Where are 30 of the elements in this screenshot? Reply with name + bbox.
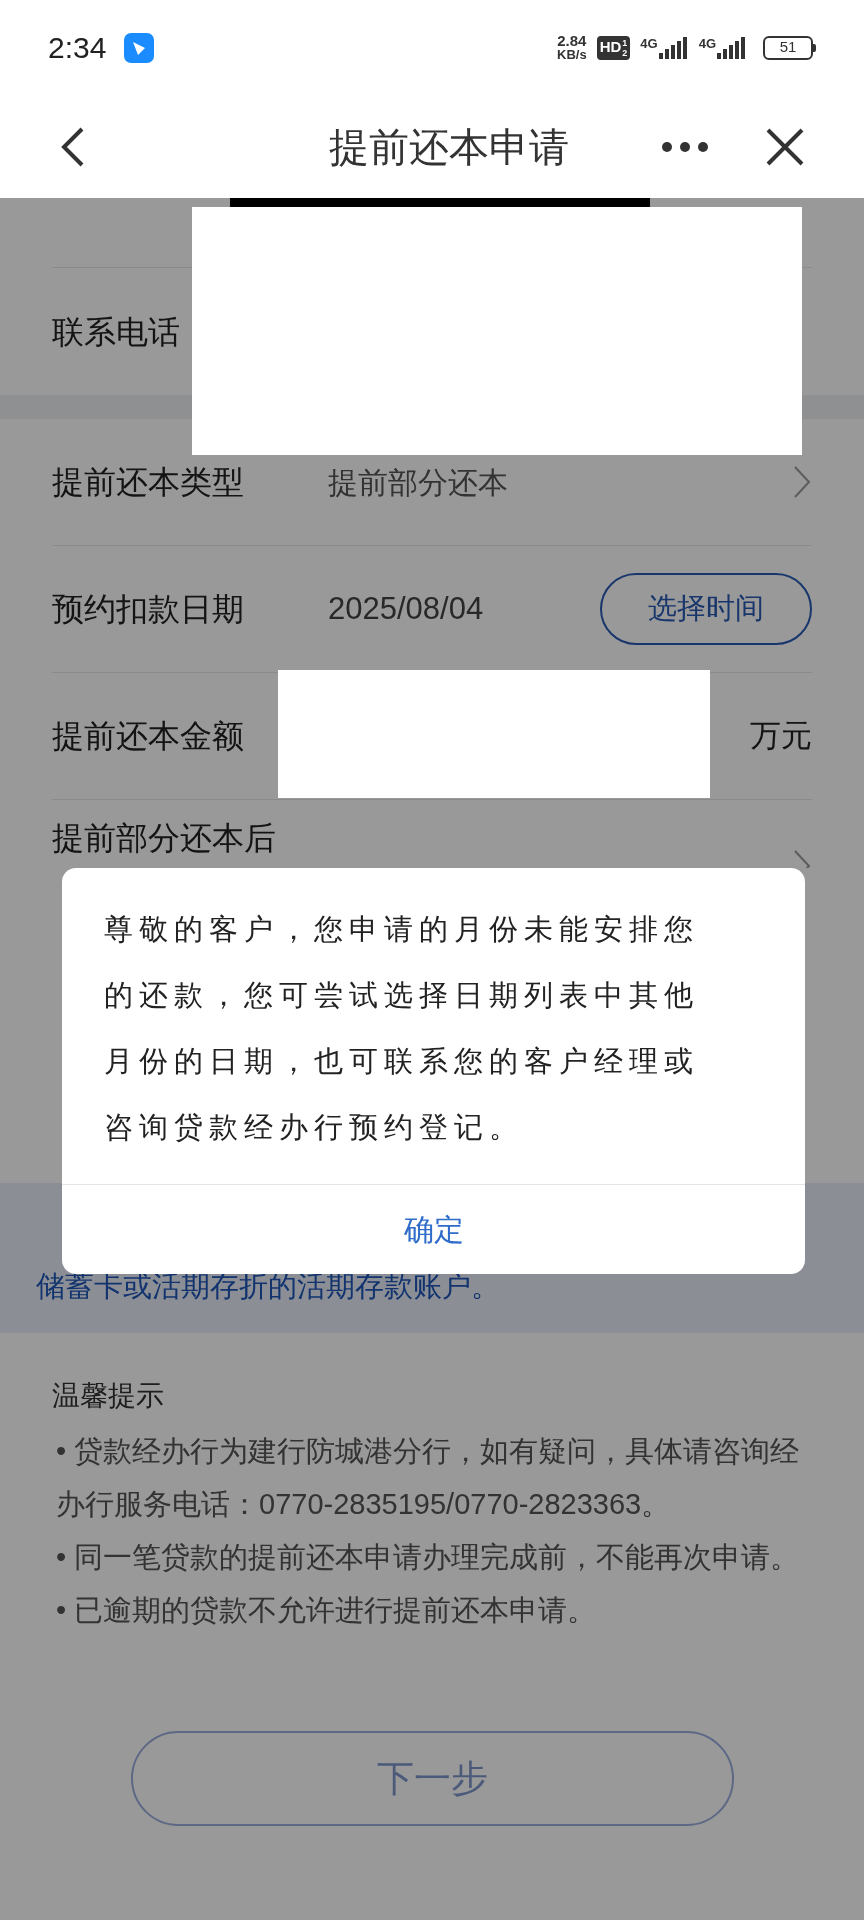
confirm-button[interactable]: 确定 (62, 1184, 805, 1274)
page-title: 提前还本申请 (329, 123, 569, 171)
field-value: 提前部分还本 (328, 464, 509, 501)
field-label: 提前部分还本后 (52, 819, 277, 858)
field-label: 预约扣款日期 (52, 590, 245, 629)
field-label: 联系电话 (52, 312, 181, 352)
tips-title: 温馨提示 (52, 1379, 165, 1413)
tip-text: • 贷款经办行为建行防城港分行，如有疑问，具体请咨询经办行服务电话：0770-2835195/0770-2823363。 (55, 1434, 801, 1522)
chevron-icon (792, 464, 812, 500)
unit-label: 万元 (750, 716, 812, 755)
network-type: 4G (698, 36, 716, 51)
dialog-message: 尊敬的客户，您申请的月份未能安排您的还款，您可尝试选择日期列表中其他月份的日期，也可联系您的客户经理或咨询贷款经办行预约登记。 (103, 912, 700, 1145)
field-label: 提前还本类型 (52, 463, 245, 502)
signal-icon (658, 36, 689, 59)
date-value: 2025/08/04 (328, 589, 485, 628)
tip-text: • 已逾期的贷款不允许进行提前还本申请。 (55, 1593, 598, 1628)
next-step-button[interactable]: 下一步 (130, 1731, 734, 1826)
battery-icon: 51 (763, 35, 813, 60)
network-type: 4G (640, 36, 658, 51)
field-label: 提前还本金额 (52, 717, 245, 756)
tip-text: • 同一笔贷款的提前还本申请办理完成前，不能再次申请。 (55, 1540, 801, 1575)
close-icon[interactable] (766, 127, 804, 166)
select-time-button[interactable]: 选择时间 (600, 573, 812, 645)
speed-unit: KB/s (557, 47, 587, 62)
chevron-icon (792, 848, 812, 868)
more-icon[interactable] (662, 140, 708, 153)
status-time: 2:34 (48, 30, 107, 66)
app-icon (124, 32, 155, 63)
signal-icon (717, 36, 747, 59)
network-speed: 2.84 (557, 33, 587, 48)
